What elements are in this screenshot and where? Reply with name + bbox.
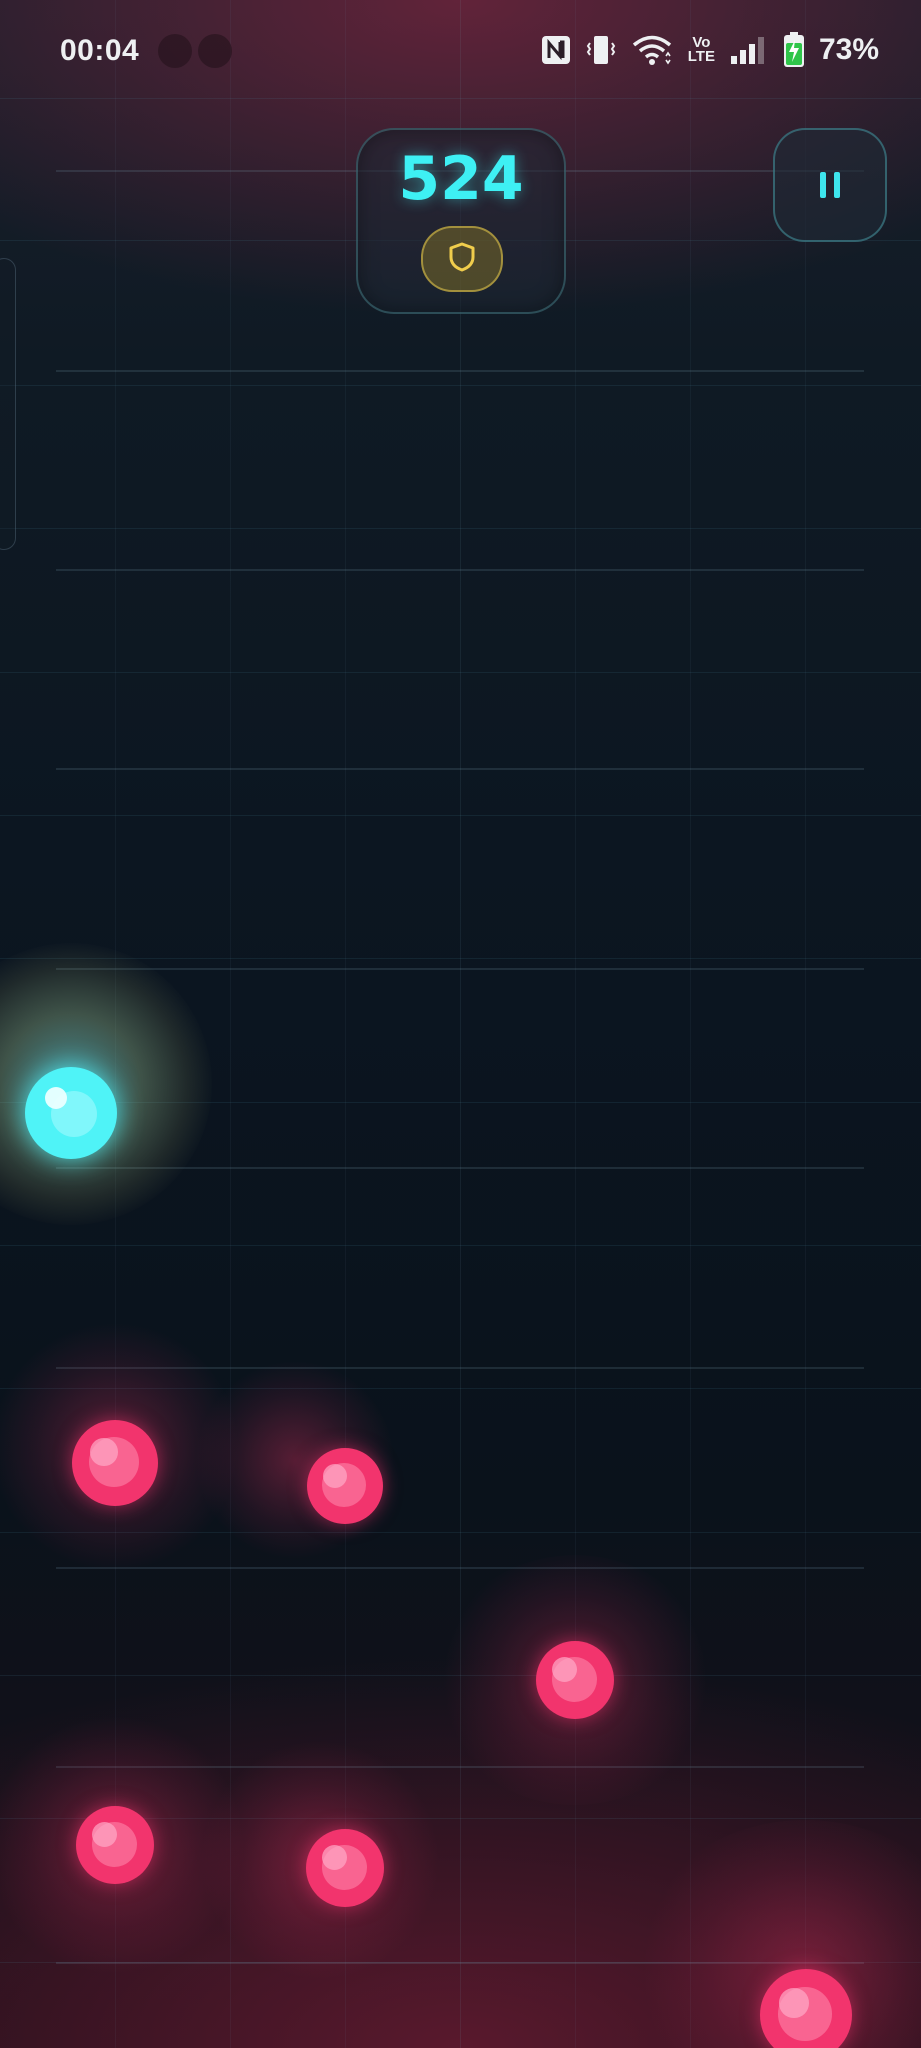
lane-line: [56, 370, 864, 372]
volte-icon: Vo LTE: [687, 34, 715, 65]
score-value: 524: [398, 144, 524, 214]
battery-percent: 73%: [818, 33, 879, 66]
nfc-icon: [540, 34, 572, 66]
grid-line: [0, 815, 921, 816]
lane-line: [56, 768, 864, 770]
grid-line: [0, 1245, 921, 1246]
enemy-orb: [306, 1829, 384, 1907]
status-icons: Vo LTE 73%: [540, 32, 879, 68]
notification-dot-icon: [198, 34, 232, 68]
enemy-orb: [307, 1448, 383, 1524]
grid-line: [805, 0, 806, 2048]
signal-icon: [729, 34, 769, 66]
lane-line: [56, 569, 864, 571]
enemy-orb: [76, 1806, 154, 1884]
game-screen[interactable]: 00:04 Vo LTE 73% 524: [0, 0, 921, 2048]
notification-dot-icon: [158, 34, 192, 68]
player-orb[interactable]: [25, 1067, 117, 1159]
grid-line: [230, 0, 231, 2048]
grid-line: [0, 528, 921, 529]
enemy-orb: [72, 1420, 158, 1506]
grid-line: [0, 958, 921, 959]
wifi-icon: [630, 34, 674, 66]
grid-line: [0, 672, 921, 673]
grid-line: [0, 385, 921, 386]
status-time: 00:04: [60, 34, 140, 67]
score-card: 524: [356, 128, 566, 314]
shield-icon: [447, 241, 477, 277]
enemy-orb: [536, 1641, 614, 1719]
shield-powerup-badge: [421, 226, 503, 292]
edge-handle[interactable]: [0, 258, 16, 550]
battery-charging-icon: [783, 32, 805, 68]
status-bar: 00:04 Vo LTE 73%: [0, 0, 921, 106]
vibrate-icon: [586, 34, 616, 66]
grid-line: [345, 0, 346, 2048]
lane-line: [56, 968, 864, 970]
pause-button[interactable]: [773, 128, 887, 242]
lane-line: [56, 1567, 864, 1569]
pause-icon: [816, 172, 844, 198]
